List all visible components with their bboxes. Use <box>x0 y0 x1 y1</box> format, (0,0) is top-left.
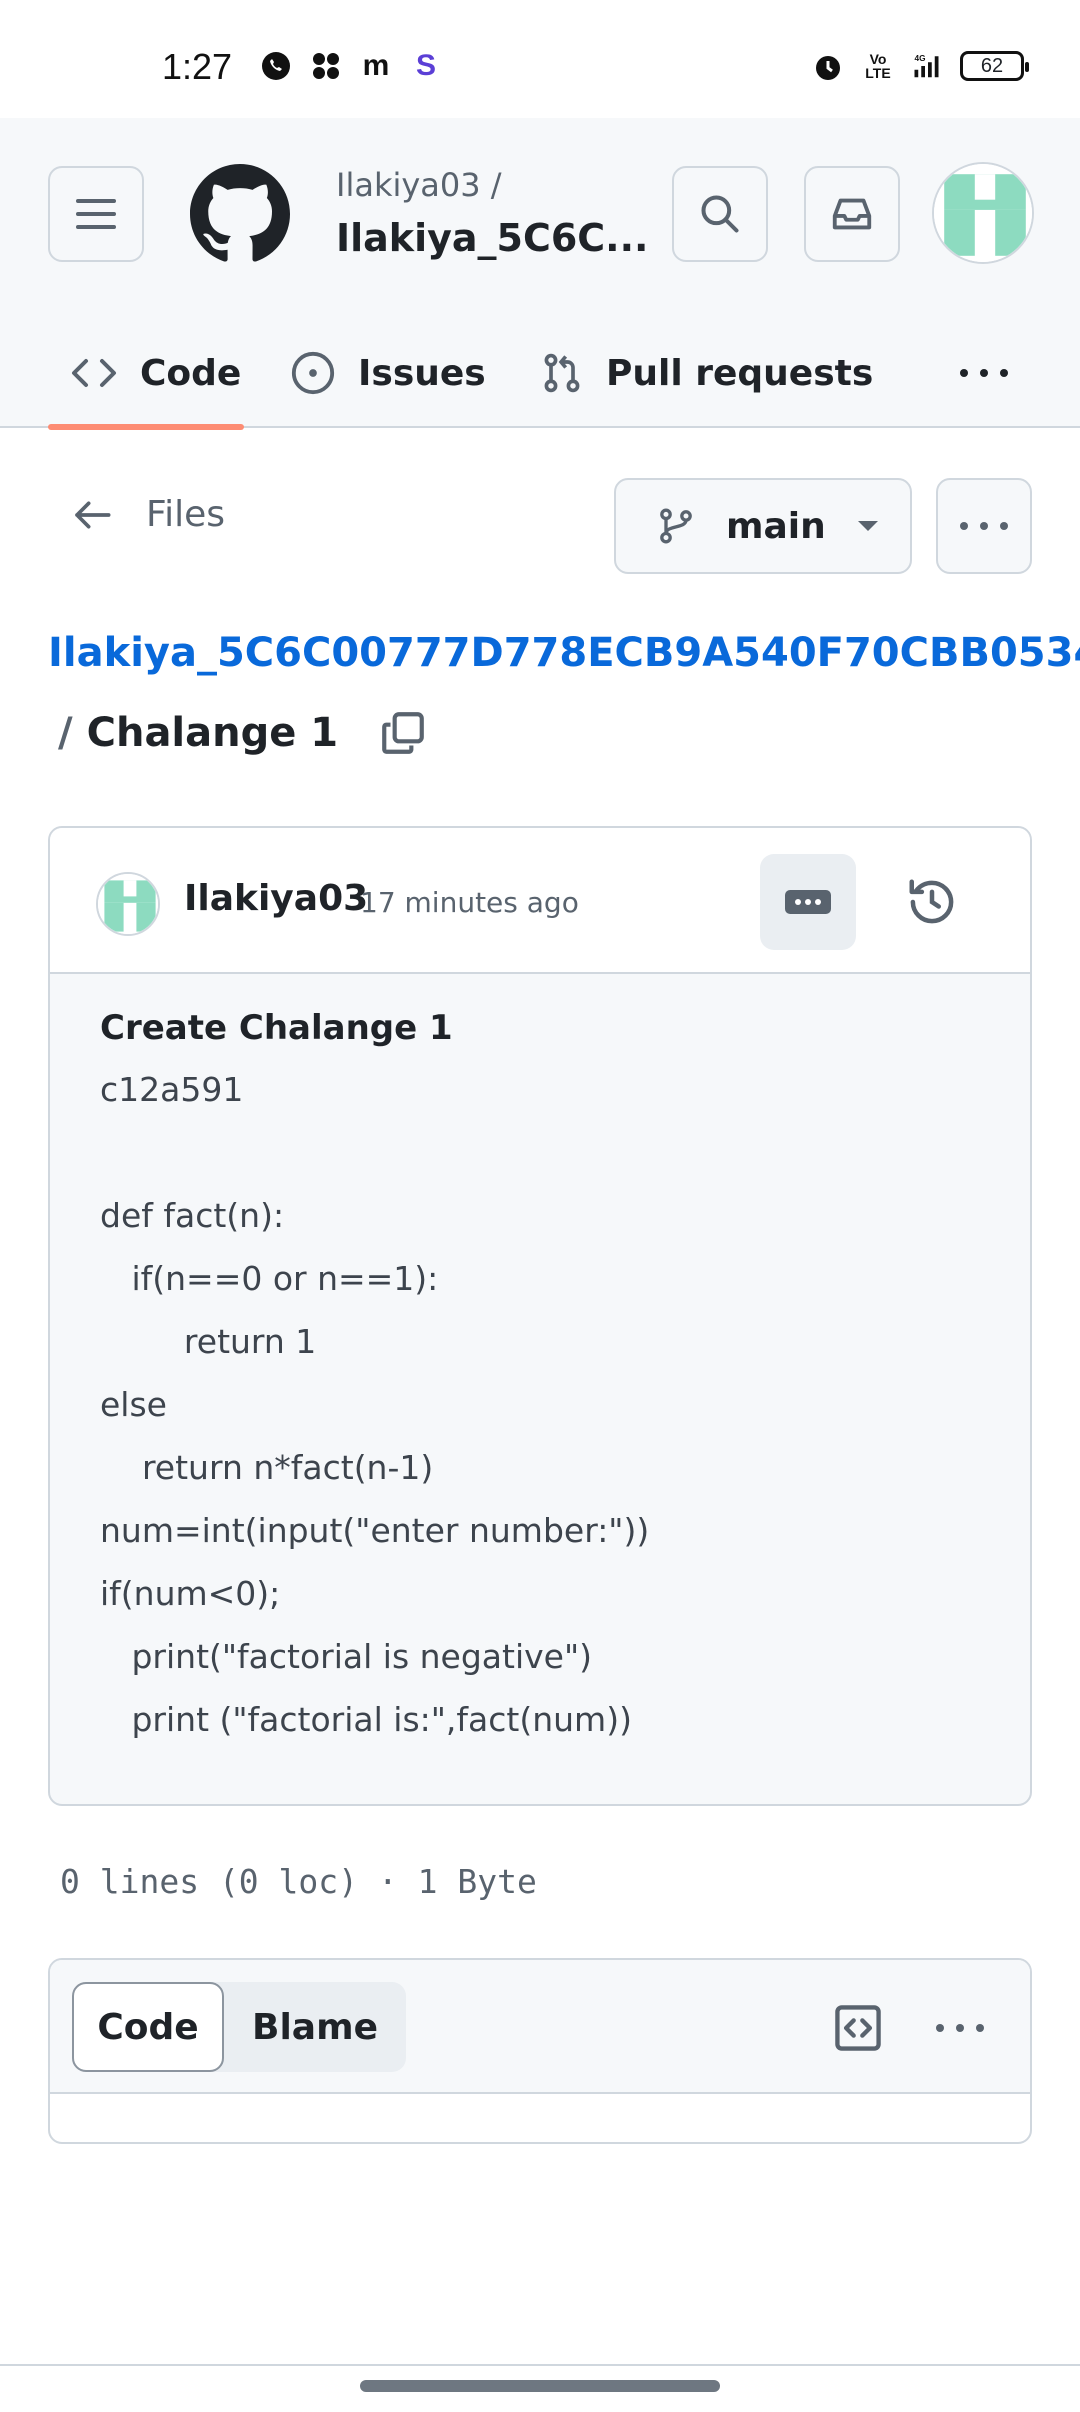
copy-path-icon[interactable] <box>378 708 428 758</box>
file-stats: 0 lines (0 loc) · 1 Byte <box>60 1862 537 1901</box>
commit-sha: c12a591 <box>100 1070 244 1109</box>
commit-line: return n*fact(n-1) <box>100 1448 434 1487</box>
more-horizontal-icon <box>936 2024 984 2032</box>
commit-line: return 1 <box>100 1322 317 1361</box>
breadcrumb-separator: / <box>58 710 73 756</box>
commit-title: Create Chalange 1 <box>100 1008 453 1048</box>
issue-icon <box>291 351 335 395</box>
git-branch-icon <box>660 508 692 544</box>
commit-line: if(n==0 or n==1): <box>100 1259 439 1298</box>
arrow-left-icon <box>75 501 111 528</box>
commit-line: print("factorial is negative") <box>100 1637 593 1676</box>
code-view-button[interactable]: Code <box>72 1982 224 2072</box>
file-options-button[interactable] <box>936 478 1032 574</box>
more-horizontal-icon <box>960 369 1008 377</box>
commit-line: num=int(input("enter number:")) <box>100 1511 650 1550</box>
repo-owner[interactable]: Ilakiya03 / <box>336 166 502 204</box>
view-mode-toggle: Code Blame <box>72 1982 406 2072</box>
tab-pull-requests-label: Pull requests <box>606 352 874 394</box>
file-viewer-more-button[interactable] <box>930 2000 990 2056</box>
back-to-files-label: Files <box>146 494 225 535</box>
file-viewer: Code Blame <box>48 1958 1032 2144</box>
file-code-icon <box>835 2005 881 2051</box>
repo-header: Ilakiya03 / Ilakiya_5C6C... Code Issues … <box>0 118 1080 430</box>
file-viewer-toolbar: Code Blame <box>50 1960 1030 2094</box>
commit-line <box>100 1133 1000 1196</box>
tab-pull-requests[interactable]: Pull requests <box>540 318 873 428</box>
whatsapp-icon <box>258 48 294 84</box>
tabs-more-button[interactable] <box>956 318 1012 428</box>
s-icon: S <box>415 49 436 82</box>
raw-file-button[interactable] <box>830 2000 886 2056</box>
tab-issues-label: Issues <box>358 352 486 394</box>
branch-name: main <box>726 505 826 547</box>
status-time: 1:27 <box>162 46 233 87</box>
breadcrumb-file-name: Chalange 1 <box>86 710 339 756</box>
more-horizontal-icon <box>960 522 1008 530</box>
app-icon <box>308 48 344 84</box>
commit-author[interactable]: Ilakiya03 <box>184 878 368 919</box>
tab-issues[interactable]: Issues <box>290 318 486 428</box>
commit-history-button[interactable] <box>902 872 962 932</box>
active-tab-indicator <box>48 424 244 430</box>
pull-request-icon <box>544 353 580 393</box>
inbox-icon <box>832 198 872 230</box>
search-icon <box>701 195 739 233</box>
inbox-button[interactable] <box>804 166 900 262</box>
bottom-divider <box>0 2364 1080 2366</box>
author-avatar[interactable] <box>96 872 160 936</box>
svg-text:4G: 4G <box>915 54 926 63</box>
commit-line: if(num<0); <box>100 1574 281 1613</box>
history-icon <box>909 879 954 924</box>
back-to-files-button[interactable]: Files <box>72 494 225 535</box>
signal-4g-icon: 4G <box>910 48 946 84</box>
volte-icon: Vo LTE <box>865 51 891 81</box>
tab-code[interactable]: Code <box>70 318 241 428</box>
user-avatar[interactable] <box>932 162 1034 264</box>
commit-details-toggle[interactable] <box>760 854 856 950</box>
battery-indicator: 62 <box>960 51 1029 81</box>
blame-view-button[interactable]: Blame <box>224 1982 406 2072</box>
code-icon <box>72 359 116 387</box>
breadcrumb-repo-link[interactable]: Ilakiya_5C6C00777D778ECB9A540F70CBB05340 <box>48 630 1080 676</box>
latest-commit-card: Ilakiya03 17 minutes ago Create Chalange… <box>48 826 1032 1806</box>
alarm-icon <box>810 48 846 84</box>
ellipsis-icon <box>785 890 831 914</box>
commit-header: Ilakiya03 17 minutes ago <box>50 828 1030 974</box>
commit-message: Create Chalange 1 c12a591 def fact(n): i… <box>100 1008 1000 1763</box>
m-icon: m <box>362 49 390 82</box>
tab-code-label: Code <box>140 352 242 394</box>
github-logo-icon[interactable] <box>190 164 290 264</box>
commit-time: 17 minutes ago <box>360 886 579 919</box>
status-bar: 1:27 m S Vo LTE 4G 62 <box>0 0 1080 118</box>
caret-down-icon <box>857 521 878 531</box>
menu-button[interactable] <box>48 166 144 262</box>
branch-selector[interactable]: main <box>614 478 912 574</box>
repo-name[interactable]: Ilakiya_5C6C... <box>336 216 648 260</box>
commit-line: else <box>100 1385 167 1424</box>
home-indicator[interactable] <box>360 2380 720 2392</box>
commit-line: def fact(n): <box>100 1196 285 1235</box>
search-button[interactable] <box>672 166 768 262</box>
commit-line: print ("factorial is:",fact(num)) <box>100 1700 632 1739</box>
breadcrumb: / Chalange 1 <box>58 708 428 758</box>
repo-tabs: Code Issues Pull requests <box>0 318 1080 430</box>
